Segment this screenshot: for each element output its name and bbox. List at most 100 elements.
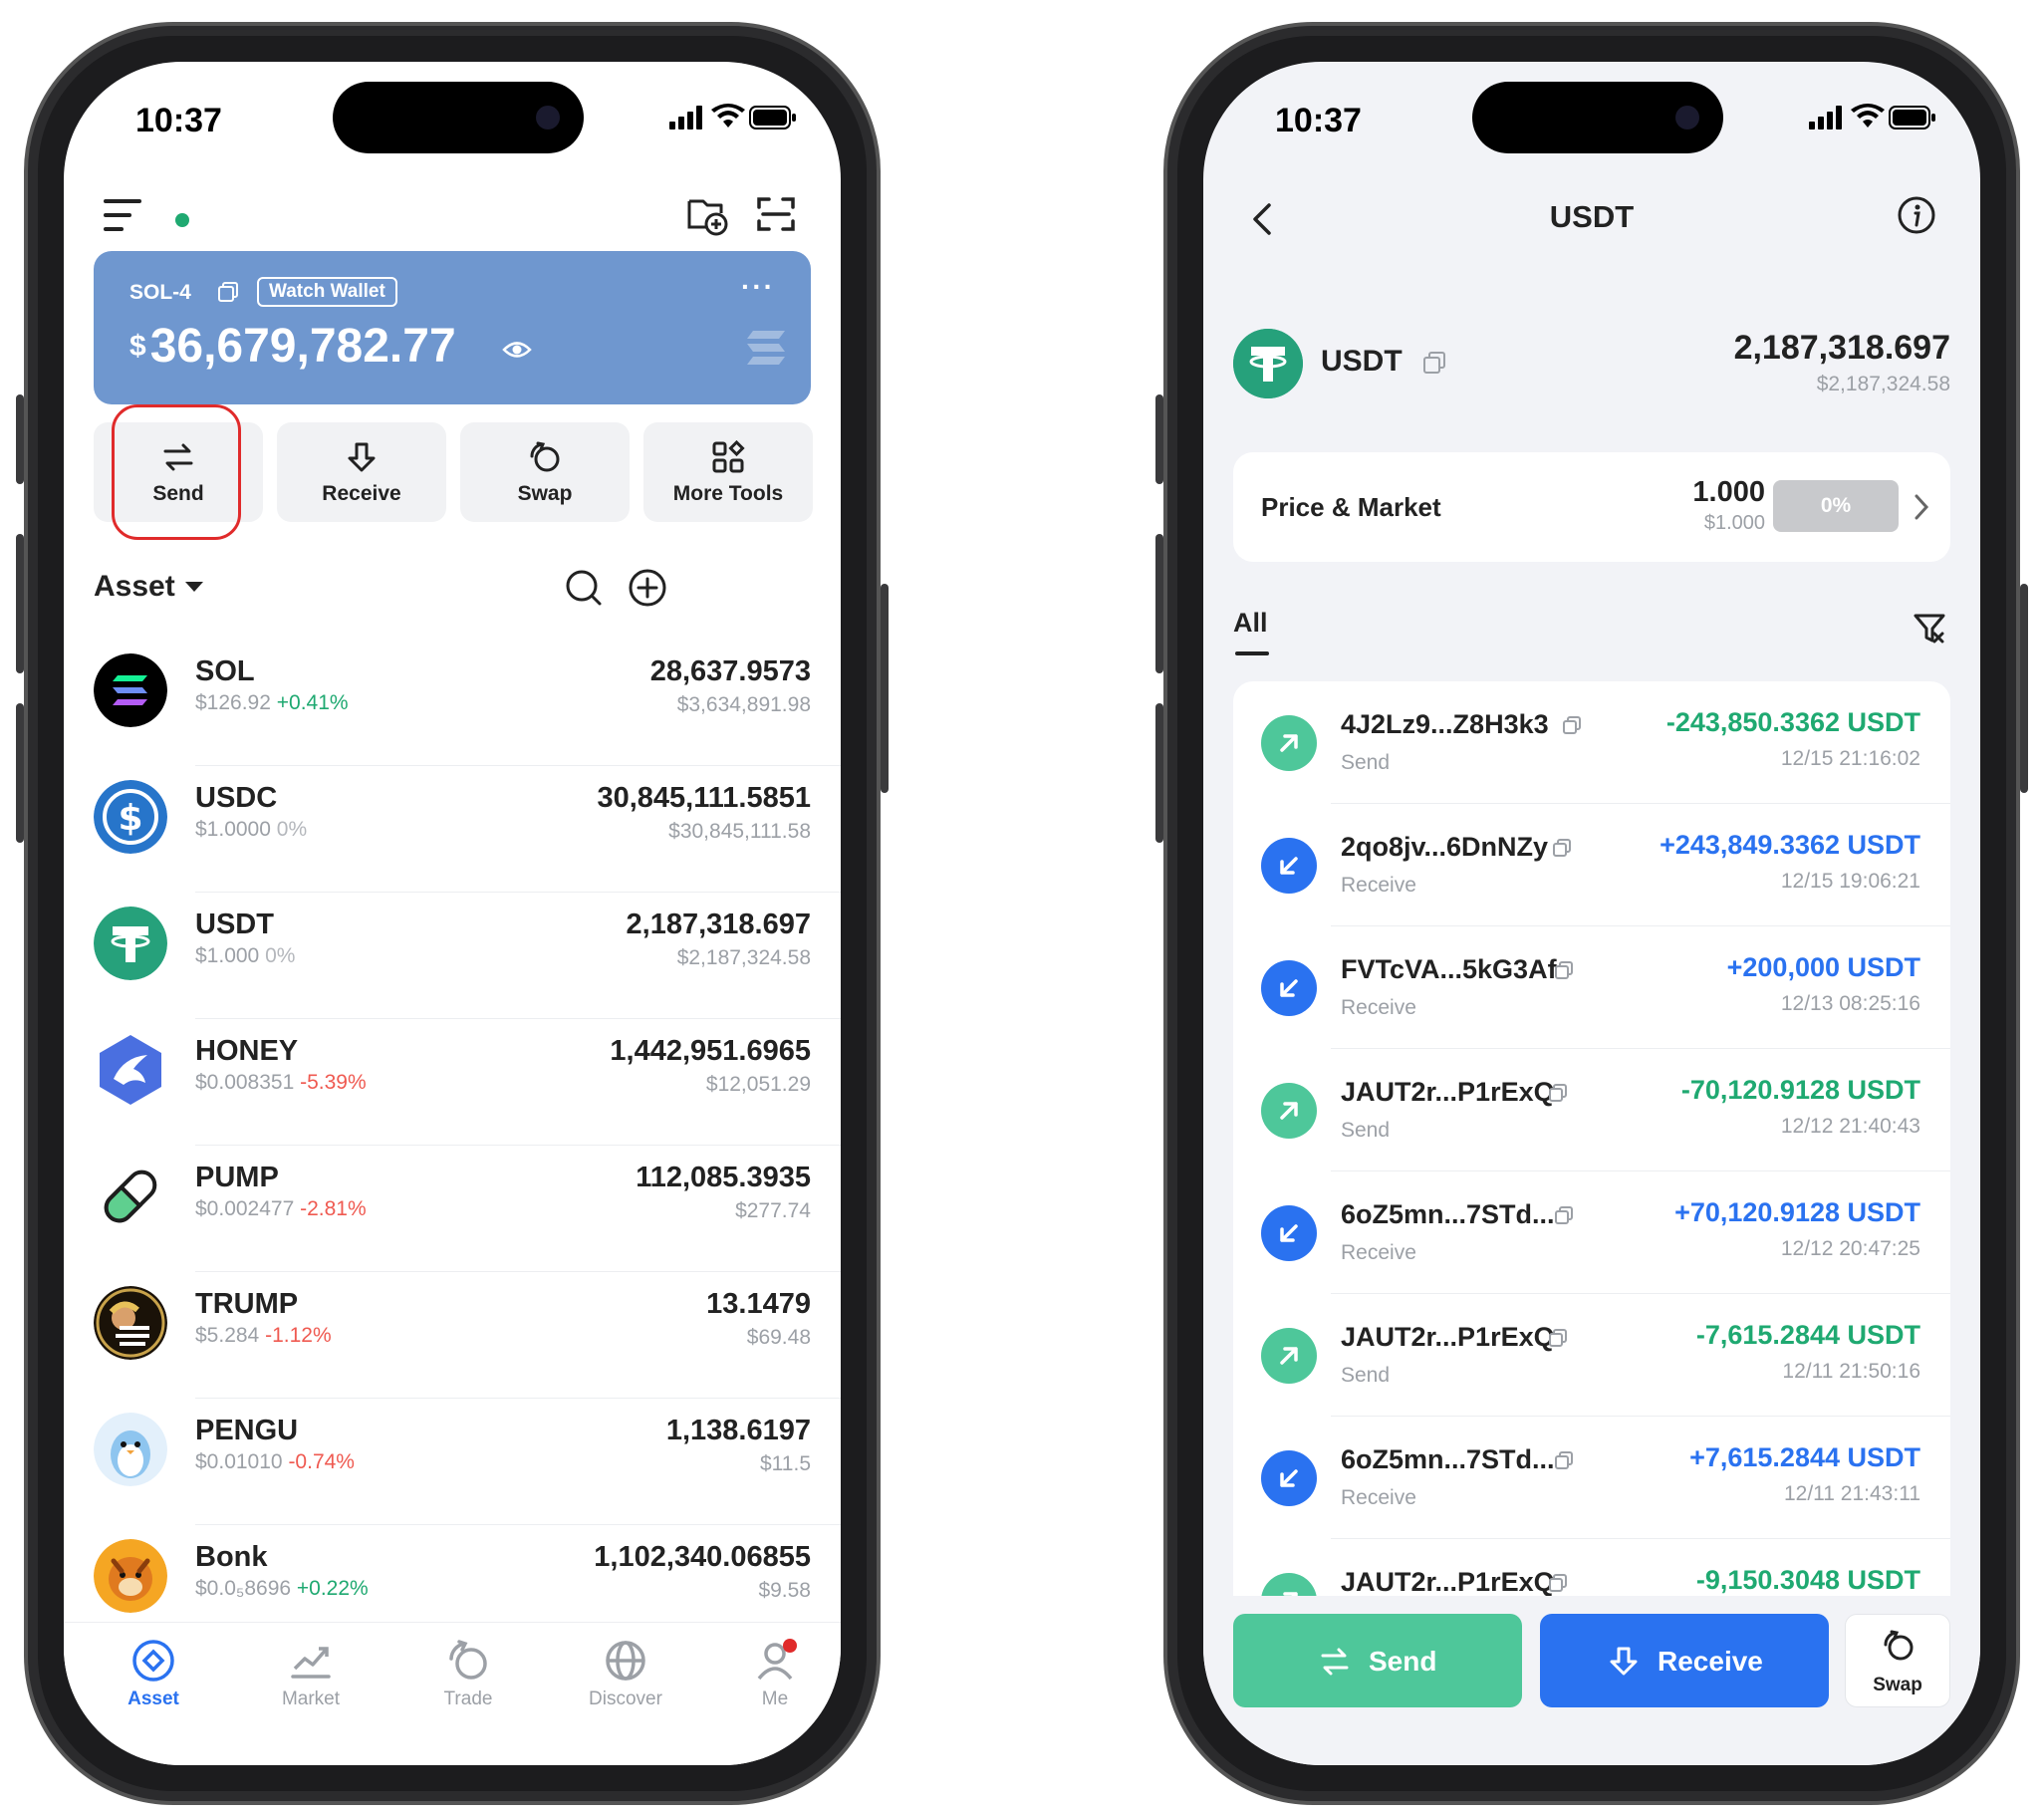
menu-icon[interactable]	[104, 199, 141, 233]
status-time: 10:37	[1275, 102, 1362, 139]
copy-icon[interactable]	[1554, 960, 1574, 980]
add-wallet-icon[interactable]	[683, 191, 729, 237]
copy-icon[interactable]	[1548, 1573, 1568, 1593]
bottom-nav: Asset Market Trade Discover Me	[64, 1622, 841, 1765]
asset-row-trump[interactable]: TRUMP $5.284 -1.12% 13.1479 $69.48	[64, 1272, 841, 1399]
pill-icon	[104, 1169, 157, 1223]
price-usd: $1.000	[1703, 512, 1765, 534]
status-bar: 10:37	[64, 90, 841, 149]
send-arrow-icon	[1261, 1328, 1317, 1384]
asset-dropdown[interactable]: Asset	[94, 570, 203, 604]
scan-icon[interactable]	[753, 191, 799, 237]
send-arrow-icon	[1261, 1083, 1317, 1139]
nav-me[interactable]: Me	[723, 1639, 827, 1710]
trump-icon	[94, 1286, 167, 1360]
svg-text:$: $	[118, 798, 142, 839]
tab-all[interactable]: All	[1233, 608, 1268, 639]
copy-icon[interactable]	[1422, 351, 1446, 375]
asset-row-sol[interactable]: SOL $126.92 +0.41% 28,637.9573 $3,634,89…	[64, 640, 841, 766]
asset-row-usdc[interactable]: $ USDC $1.0000 0% 30,845,111.5851 $30,84…	[64, 766, 841, 893]
receive-arrow-icon	[1610, 1647, 1638, 1676]
wifi-icon	[1851, 104, 1885, 128]
token-summary: USDT 2,187,318.697 $2,187,324.58	[1233, 321, 1950, 410]
tx-tabs: All	[1233, 608, 1950, 657]
nav-asset[interactable]: Asset	[94, 1639, 213, 1710]
tether-icon	[1233, 329, 1303, 398]
copy-icon[interactable]	[1552, 838, 1572, 858]
token-balance: 2,187,318.697	[1733, 329, 1950, 367]
copy-icon[interactable]	[1548, 1083, 1568, 1103]
wallet-balance: $36,679,782.77	[129, 320, 456, 373]
price-change-badge: 0%	[1773, 480, 1899, 532]
wallet-more-button[interactable]: ···	[741, 271, 775, 303]
info-icon[interactable]	[1897, 195, 1936, 235]
token-name: USDT	[1321, 345, 1403, 378]
cellular-signal-icon	[669, 106, 702, 130]
search-icon[interactable]	[564, 568, 604, 608]
tether-icon	[94, 907, 167, 980]
honey-icon	[100, 1035, 161, 1105]
send-button[interactable]: Send	[1233, 1614, 1522, 1707]
page-title: USDT	[1549, 199, 1635, 234]
grid-icon	[712, 440, 745, 473]
receive-arrow-icon	[348, 442, 376, 472]
wallet-card[interactable]: SOL-4 Watch Wallet ··· $36,679,782.77	[94, 251, 811, 404]
chevron-right-icon	[1915, 494, 1929, 520]
asset-list: SOL $126.92 +0.41% 28,637.9573 $3,634,89…	[64, 640, 841, 1652]
solana-icon	[94, 653, 167, 727]
receive-button[interactable]: Receive	[277, 422, 446, 522]
copy-icon[interactable]	[217, 281, 239, 303]
transaction-row[interactable]: JAUT2r...P1rExQ Send -7,615.2844 USDT 12…	[1233, 1294, 1950, 1417]
copy-icon[interactable]	[1562, 715, 1582, 735]
transaction-row[interactable]: 6oZ5mn...7STd... Receive +7,615.2844 USD…	[1233, 1417, 1950, 1539]
transaction-row[interactable]: 4J2Lz9...Z8H3k3 Send -243,850.3362 USDT …	[1233, 681, 1950, 804]
market-chart-icon	[291, 1647, 331, 1679]
swap-button[interactable]: Swap	[1845, 1614, 1950, 1707]
asset-row-usdt[interactable]: USDT $1.000 0% 2,187,318.697 $2,187,324.…	[64, 893, 841, 1019]
transaction-row[interactable]: 2qo8jv...6DnNZy Receive +243,849.3362 US…	[1233, 804, 1950, 926]
asset-row-honey[interactable]: HONEY $0.008351 -5.39% 1,442,951.6965 $1…	[64, 1019, 841, 1146]
more-tools-button[interactable]: More Tools	[643, 422, 813, 522]
solana-watermark-icon	[747, 331, 785, 365]
add-token-icon[interactable]	[628, 568, 667, 608]
eye-icon[interactable]	[502, 339, 532, 361]
token-detail-screen: 10:37 USDT USDT 2,187,318.697 $2,187,324…	[1203, 62, 1980, 1765]
price-market-card[interactable]: Price & Market 1.000 $1.000 0%	[1233, 452, 1950, 562]
asset-nav-icon	[132, 1640, 174, 1682]
filter-icon[interactable]	[1913, 612, 1946, 646]
cellular-signal-icon	[1809, 106, 1842, 130]
nav-discover[interactable]: Discover	[566, 1639, 685, 1710]
wallet-name: SOL-4	[129, 281, 191, 304]
transaction-row[interactable]: JAUT2r...P1rExQ Send -70,120.9128 USDT 1…	[1233, 1049, 1950, 1171]
receive-arrow-icon	[1261, 960, 1317, 1016]
bonk-icon	[94, 1539, 167, 1613]
wifi-icon	[711, 104, 745, 128]
notification-badge	[783, 1639, 797, 1653]
copy-icon[interactable]	[1554, 1205, 1574, 1225]
penguin-icon	[94, 1413, 167, 1486]
bottom-action-bar: Send Receive Swap	[1203, 1596, 1980, 1765]
transaction-row[interactable]: FVTcVA...5kG3Af Receive +200,000 USDT 12…	[1233, 926, 1950, 1049]
swap-coins-icon	[530, 441, 560, 472]
copy-icon[interactable]	[1548, 1328, 1568, 1348]
header: USDT	[1203, 191, 1980, 251]
transaction-row[interactable]: 6oZ5mn...7STd... Receive +70,120.9128 US…	[1233, 1171, 1950, 1294]
asset-row-pump[interactable]: PUMP $0.002477 -2.81% 112,085.3935 $277.…	[64, 1146, 841, 1272]
phone-frame-left: 10:37 SOL-4 Watch Wallet ··· $36,679,782…	[16, 22, 889, 1805]
send-highlight-annotation	[112, 404, 241, 540]
receive-button[interactable]: Receive	[1540, 1614, 1829, 1707]
nav-market[interactable]: Market	[251, 1639, 371, 1710]
status-time: 10:37	[135, 102, 222, 139]
price-value: 1.000	[1692, 476, 1765, 508]
watch-wallet-badge: Watch Wallet	[257, 277, 397, 307]
wallet-home-screen: 10:37 SOL-4 Watch Wallet ··· $36,679,782…	[64, 62, 841, 1765]
copy-icon[interactable]	[1554, 1450, 1574, 1470]
status-bar: 10:37	[1203, 90, 1980, 149]
transaction-list: 4J2Lz9...Z8H3k3 Send -243,850.3362 USDT …	[1233, 681, 1950, 1697]
swap-button[interactable]: Swap	[460, 422, 630, 522]
asset-row-pengu[interactable]: PENGU $0.01010 -0.74% 1,138.6197 $11.5	[64, 1399, 841, 1525]
send-arrows-icon	[1321, 1648, 1349, 1676]
connection-status-dot	[175, 213, 189, 227]
nav-trade[interactable]: Trade	[408, 1639, 528, 1710]
trade-icon	[449, 1640, 487, 1680]
